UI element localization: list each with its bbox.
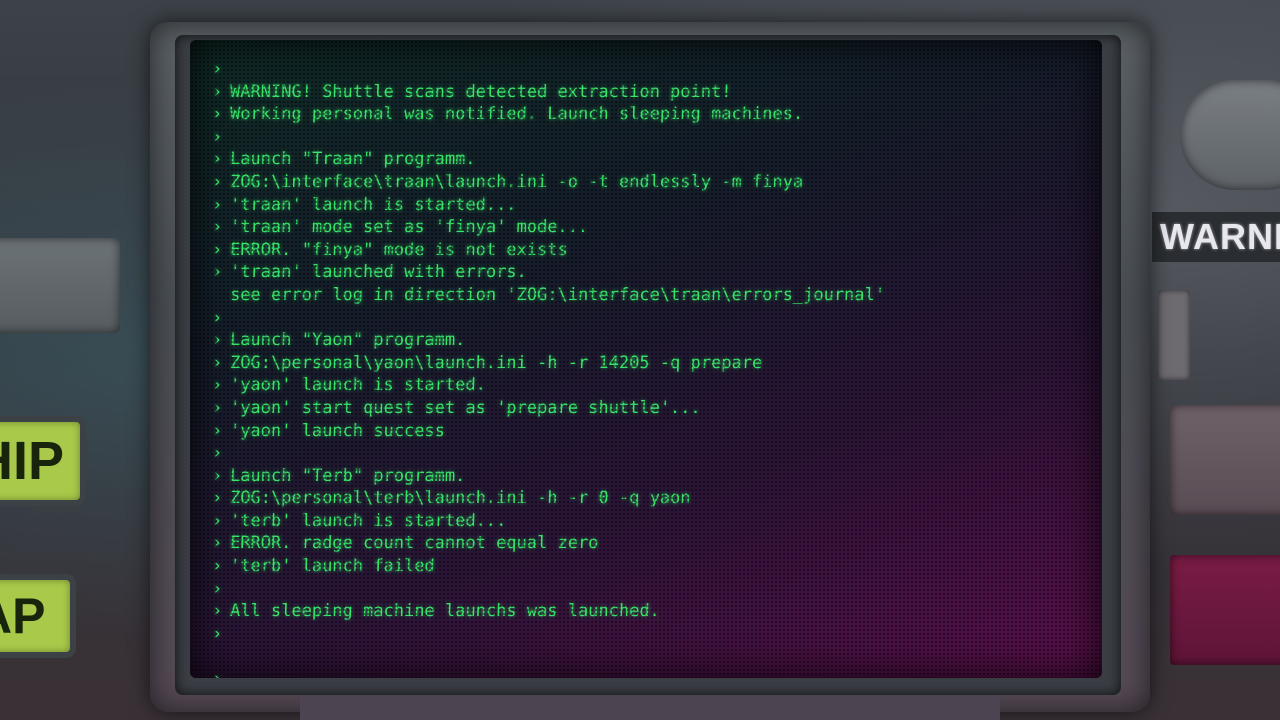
prompt-chevron-icon: › xyxy=(211,420,223,441)
terminal-line-text: ZOG:\personal\yaon\launch.ini -h -r 1420… xyxy=(229,352,763,373)
terminal-line: › ZOG:\interface\traan\launch.ini -o -t e… xyxy=(212,171,1093,194)
terminal-line-text: Launch "Terb" programm. xyxy=(229,465,466,486)
terminal-line: › ZOG:\personal\yaon\launch.ini -h -r 142… xyxy=(212,352,1093,375)
prompt-chevron-icon: › xyxy=(211,488,223,509)
terminal-line-text: 'terb' launch failed xyxy=(229,556,436,577)
terminal-line-text: ZOG:\interface\traan\launch.ini -o -t en… xyxy=(229,171,804,192)
prompt-chevron-icon: › xyxy=(211,533,223,554)
prompt-chevron-icon: › xyxy=(211,194,223,215)
terminal-line-text: ZOG:\personal\terb\launch.ini -h -r 0 -q… xyxy=(229,488,691,509)
game-scene: HIP AP WARNI ››WARNING! Shuttle scans de… xyxy=(0,0,1280,720)
bottom-strip xyxy=(300,695,1000,720)
terminal-line-text: Working personal was notified. Launch sl… xyxy=(229,104,804,125)
terminal-line-text: Launch "Yaon" programm. xyxy=(229,330,466,351)
prompt-chevron-icon: › xyxy=(211,81,223,102)
prompt-chevron-icon: › xyxy=(211,510,223,531)
terminal-line: › 'traan' launch is started... xyxy=(212,194,1093,217)
terminal-line-text: 'traan' mode set as 'finya' mode... xyxy=(229,217,589,238)
terminal-line: › xyxy=(212,126,1093,149)
terminal-output: › › WARNING! Shuttle scans detected extrac… xyxy=(212,58,1092,678)
terminal-line: › xyxy=(212,307,1093,330)
prompt-chevron-icon: › xyxy=(211,239,223,260)
terminal-line: › ERROR. "finya" mode is not exists xyxy=(212,239,1093,262)
terminal-line-text: Launch "Traan" programm. xyxy=(229,149,477,170)
right-slot xyxy=(1158,290,1190,380)
terminal-line: › 'traan' mode set as 'finya' mode... xyxy=(212,216,1093,239)
terminal-line: › 'yaon' launch success xyxy=(212,420,1093,443)
prompt-chevron-icon: › xyxy=(211,352,223,373)
terminal-line: › xyxy=(212,578,1093,601)
terminal-line xyxy=(212,645,1093,668)
terminal-line: › Working personal was notified. Launch s… xyxy=(212,103,1093,126)
terminal-line: › ERROR. radge count cannot equal zero xyxy=(212,532,1093,555)
terminal-line: › WARNING! Shuttle scans detected extract… xyxy=(212,81,1093,104)
right-dial-panel xyxy=(1180,80,1280,190)
terminal-line: see error log in direction 'ZOG:\interfa… xyxy=(212,284,1093,307)
prompt-chevron-icon: › xyxy=(211,397,223,418)
terminal-line-text: 'traan' launched with errors. xyxy=(229,262,528,283)
prompt-chevron-icon: › xyxy=(211,104,223,125)
prompt-chevron-icon: › xyxy=(211,59,223,79)
terminal-line-text: 'terb' launch is started... xyxy=(229,510,507,531)
prompt-chevron-icon: › xyxy=(212,668,231,678)
terminal-line: › ZOG:\personal\terb\launch.ini -h -r 0 -… xyxy=(212,487,1093,510)
prompt-chevron-icon xyxy=(212,284,231,307)
prompt-chevron-icon: › xyxy=(211,623,223,644)
terminal-line: › xyxy=(212,58,1093,81)
prompt-chevron-icon: › xyxy=(211,126,223,147)
terminal-line-text: ERROR. radge count cannot equal zero xyxy=(229,533,599,554)
right-panel-low xyxy=(1170,555,1280,665)
terminal-line-text: All sleeping machine launchs was launche… xyxy=(229,601,661,622)
prompt-chevron-icon: › xyxy=(211,262,223,283)
terminal-line: › xyxy=(212,442,1093,465)
terminal-line: › 'yaon' start quest set as 'prepare shut… xyxy=(212,397,1093,420)
prompt-chevron-icon: › xyxy=(211,307,223,328)
prompt-chevron-icon: › xyxy=(211,330,223,351)
terminal-screen[interactable]: › › WARNING! Shuttle scans detected extrac… xyxy=(190,40,1102,678)
prompt-chevron-icon: › xyxy=(211,149,223,170)
prompt-chevron-icon: › xyxy=(211,443,223,464)
terminal-line-text: 'yaon' start quest set as 'prepare shutt… xyxy=(229,397,702,418)
terminal-line: › 'yaon' launch is started. xyxy=(212,374,1093,397)
prompt-chevron-icon: › xyxy=(211,217,223,238)
prompt-chevron-icon: › xyxy=(211,578,223,599)
prompt-chevron-icon xyxy=(212,645,231,668)
terminal-line: › 'terb' launch failed xyxy=(212,555,1093,578)
terminal-line-text: 'yaon' launch is started. xyxy=(229,375,487,396)
terminal-line: › 'traan' launched with errors. xyxy=(212,261,1093,284)
terminal-line-text: 'traan' launch is started... xyxy=(229,194,517,215)
prompt-chevron-icon: › xyxy=(211,465,223,486)
terminal-line-text: see error log in direction 'ZOG:\interfa… xyxy=(229,284,886,305)
prompt-chevron-icon: › xyxy=(211,556,223,577)
terminal-line-text: WARNING! Shuttle scans detected extracti… xyxy=(229,81,732,102)
terminal-line: › Launch "Traan" programm. xyxy=(212,148,1093,171)
prompt-chevron-icon: › xyxy=(211,601,223,622)
terminal-line: › All sleeping machine launchs was launch… xyxy=(212,600,1093,623)
prompt-chevron-icon: › xyxy=(211,375,223,396)
terminal-line: › xyxy=(212,668,1093,678)
terminal-line-text: 'yaon' launch success xyxy=(229,420,446,441)
terminal-line: › 'terb' launch is started... xyxy=(212,510,1093,533)
right-panel-mid xyxy=(1170,405,1280,515)
warning-sign: WARNI xyxy=(1152,212,1280,262)
terminal-line-text: ERROR. "finya" mode is not exists xyxy=(229,239,569,260)
terminal-line: › Launch "Yaon" programm. xyxy=(212,329,1093,352)
terminal-line: › xyxy=(212,623,1093,646)
terminal-line: › Launch "Terb" programm. xyxy=(212,465,1093,488)
terminal-cursor[interactable] xyxy=(229,670,241,678)
map-button[interactable]: AP xyxy=(0,580,70,652)
left-panel xyxy=(0,238,120,333)
prompt-chevron-icon: › xyxy=(211,171,223,192)
ship-button[interactable]: HIP xyxy=(0,422,80,500)
